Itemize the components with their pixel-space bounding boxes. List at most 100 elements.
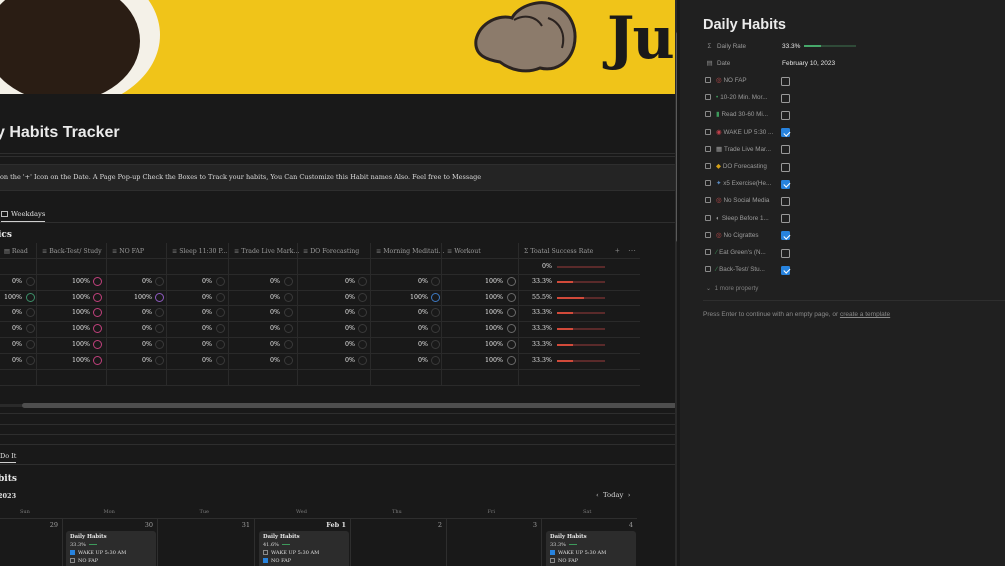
today-button[interactable]: Today	[603, 491, 623, 499]
column-header[interactable]: ≡ Workout	[447, 246, 481, 257]
habit-checkbox[interactable]	[781, 145, 790, 155]
property-daily-rate[interactable]: Σ Daily Rate	[705, 41, 747, 53]
vertical-scrollbar-thumb[interactable]	[676, 32, 677, 242]
progress-ring	[26, 324, 35, 333]
cell-value: 100%	[3, 294, 22, 301]
tab-weekdays[interactable]: Weekdays	[1, 210, 46, 222]
empty-page-hint: Press Enter to continue with an empty pa…	[703, 311, 890, 318]
habit-checkbox[interactable]	[781, 248, 790, 258]
card-checklist-item[interactable]: NO FAP	[550, 558, 632, 564]
calendar-month-label: 2023	[0, 492, 17, 500]
card-rate: 41.6%	[263, 542, 345, 548]
card-item-label: NO FAP	[558, 558, 579, 564]
weekday-label: Thu	[392, 509, 402, 515]
card-checklist-item[interactable]: WAKE UP 5:30 AM	[70, 550, 152, 556]
property-habit[interactable]: ◐ Sleep Before 1...	[705, 213, 769, 225]
progress-ring	[284, 324, 293, 333]
cell-value: 100%	[484, 294, 503, 301]
checkbox-icon[interactable]	[550, 550, 555, 555]
tab-do-it[interactable]: Do It	[0, 452, 17, 463]
property-habit[interactable]: ◉ WAKE UP 5:30 ...	[705, 127, 773, 139]
property-habit[interactable]: ◎ No Cigrattes	[705, 230, 759, 242]
checkbox-property-icon	[705, 111, 711, 118]
habit-checkbox[interactable]	[781, 76, 790, 86]
card-checklist-item[interactable]: WAKE UP 5:30 AM	[550, 550, 632, 556]
property-label: Sleep Before 1...	[721, 214, 769, 222]
column-header[interactable]: ≡ Back-Test/ Study	[42, 246, 102, 257]
chevron-down-icon: ⌄	[706, 285, 712, 292]
cell-value: 100%	[484, 357, 503, 364]
summary-total-bar	[557, 266, 605, 268]
property-habit[interactable]: ▦ Trade Live Mar...	[705, 144, 771, 156]
checkbox-property-icon	[705, 145, 711, 152]
card-item-label: NO FAP	[271, 558, 292, 564]
column-header[interactable]: ≡ Sleep 11:30 P...	[172, 246, 227, 257]
habit-checkbox[interactable]	[781, 110, 790, 120]
habit-checkbox[interactable]	[781, 162, 790, 172]
weekday-label: Wed	[296, 509, 307, 515]
checkbox-property-icon	[705, 266, 711, 273]
habit-checkbox[interactable]	[781, 214, 790, 224]
checkbox-icon[interactable]	[263, 558, 268, 563]
checkbox-icon[interactable]	[70, 550, 75, 555]
column-header[interactable]: ▤ Read	[4, 246, 28, 257]
property-date[interactable]: ▤ Date	[705, 58, 731, 70]
habit-checkbox[interactable]	[781, 196, 790, 206]
date-value[interactable]: February 10, 2023	[782, 60, 835, 67]
habit-emoji-icon: ∕	[716, 266, 718, 274]
habit-emoji-icon: •	[716, 94, 719, 102]
progress-ring	[26, 340, 35, 349]
calendar-title: bits	[0, 474, 17, 484]
property-habit[interactable]: ◎ NO FAP	[705, 75, 747, 87]
row-divider	[0, 369, 640, 370]
chevron-left-icon[interactable]: ‹	[596, 491, 599, 499]
card-checklist-item[interactable]: NO FAP	[70, 558, 152, 564]
habit-emoji-icon: ◎	[716, 77, 722, 84]
checkbox-icon[interactable]	[550, 558, 555, 563]
habit-checkbox[interactable]	[781, 128, 790, 138]
property-habit[interactable]: ◆ DO Forecasting	[705, 161, 767, 173]
progress-ring	[358, 356, 367, 365]
column-type-icon: ▤	[4, 248, 10, 255]
column-type-icon: ≡	[376, 248, 382, 255]
row-total-bar-fill	[557, 312, 573, 314]
progress-ring	[155, 356, 164, 365]
property-habit[interactable]: ∕ Eat Green's (N...	[705, 247, 766, 259]
cell-value: 0%	[270, 278, 280, 285]
calendar-card[interactable]: Daily Habits 41.6% WAKE UP 5:30 AM NO FAP	[259, 531, 349, 566]
column-header[interactable]: Σ Toatal Success Rate	[524, 246, 593, 257]
property-habit[interactable]: • 10-20 Min. Mor...	[705, 92, 767, 104]
chevron-right-icon[interactable]: ›	[628, 491, 631, 499]
more-properties-toggle[interactable]: ⌄ 1 more property	[706, 285, 758, 292]
habit-checkbox[interactable]	[781, 265, 790, 275]
habit-emoji-icon: ▮	[716, 111, 720, 119]
checkbox-icon[interactable]	[70, 558, 75, 563]
add-column-icon[interactable]: +	[615, 246, 620, 255]
horizontal-scrollbar-thumb[interactable]	[22, 403, 677, 408]
habit-checkbox[interactable]	[781, 179, 790, 189]
property-habit[interactable]: ▮ Read 30-60 Mi...	[705, 109, 768, 121]
habit-checkbox[interactable]	[781, 93, 790, 103]
column-header[interactable]: ≡ NO FAP	[112, 246, 144, 257]
page-title[interactable]: Daily Habits	[703, 17, 786, 33]
create-template-link[interactable]: create a template	[840, 311, 890, 318]
progress-ring	[284, 293, 293, 302]
property-habit[interactable]: ✦ x5 Exercise(He...	[705, 178, 771, 190]
checkbox-icon[interactable]	[263, 550, 268, 555]
summary-total: 0%	[542, 263, 552, 270]
column-header[interactable]: ≡ Morning Meditati...	[376, 246, 445, 257]
property-habit[interactable]: ∕ Back-Test/ Stu...	[705, 264, 765, 276]
cover-image[interactable]: Ju	[0, 0, 677, 94]
cell-value: 100%	[484, 278, 503, 285]
more-options-icon[interactable]: ⋯	[628, 246, 636, 255]
card-checklist-item[interactable]: NO FAP	[263, 558, 345, 564]
calendar-card[interactable]: Daily Habits 33.3% WAKE UP 5:30 AM NO FAP	[546, 531, 636, 566]
habit-checkbox[interactable]	[781, 231, 790, 241]
column-header[interactable]: ≡ DO Forecasting	[303, 246, 359, 257]
property-habit[interactable]: ◎ No Social Media	[705, 195, 769, 207]
progress-ring	[26, 277, 35, 286]
calendar-card[interactable]: Daily Habits 33.3% WAKE UP 5:30 AM NO FAP	[66, 531, 156, 566]
column-header[interactable]: ≡ Trade Live Mark...	[234, 246, 299, 257]
column-header-label: Read	[11, 248, 28, 255]
card-checklist-item[interactable]: WAKE UP 5:30 AM	[263, 550, 345, 556]
